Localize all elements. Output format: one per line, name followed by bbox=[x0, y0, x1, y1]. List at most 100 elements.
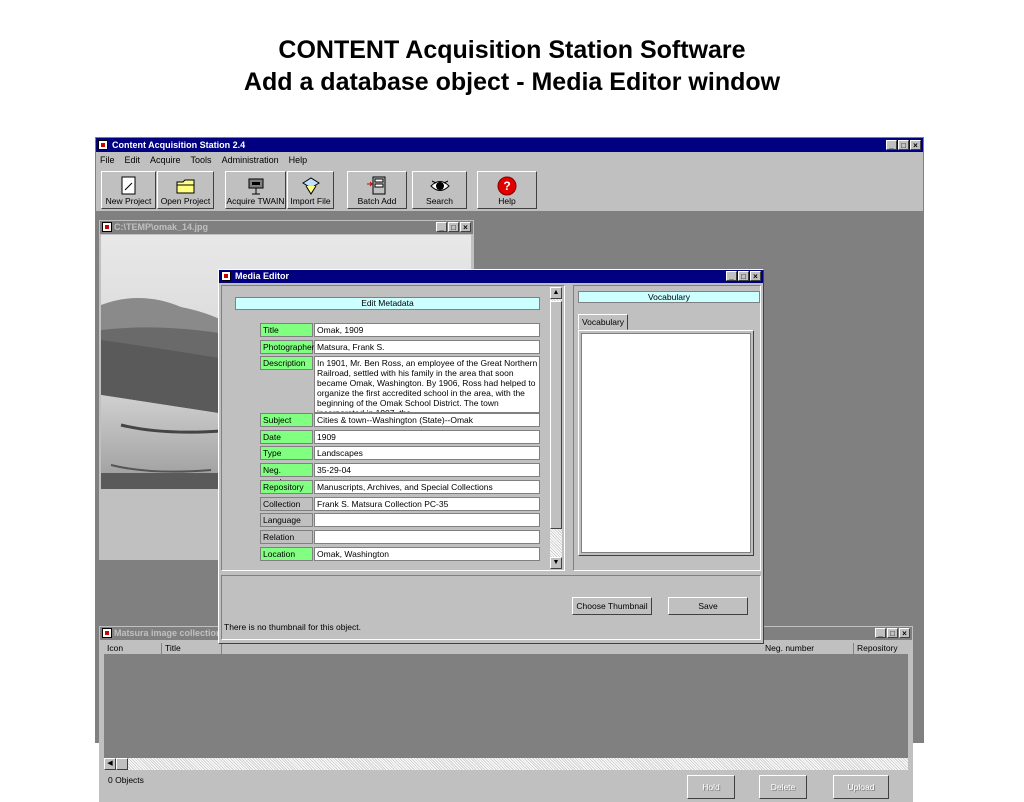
menu-tools[interactable]: Tools bbox=[191, 152, 212, 168]
slide-title: CONTENT Acquisition Station Software Add… bbox=[0, 34, 1024, 98]
delete-button[interactable]: Delete bbox=[759, 775, 807, 799]
field-label-subject: Subject bbox=[260, 413, 313, 427]
app-title: Content Acquisition Station 2.4 bbox=[112, 140, 246, 150]
close-icon[interactable]: × bbox=[460, 222, 471, 232]
location-field[interactable]: Omak, Washington bbox=[314, 547, 540, 561]
field-label-repository: Repository bbox=[260, 480, 313, 494]
scroll-thumb[interactable] bbox=[116, 758, 128, 770]
camera-icon bbox=[248, 178, 263, 195]
svg-text:?: ? bbox=[503, 179, 510, 193]
scroll-down-icon[interactable]: ▼ bbox=[550, 557, 562, 569]
column-icon[interactable]: Icon bbox=[104, 643, 162, 654]
field-label-description: Description bbox=[260, 356, 313, 370]
metadata-scrollbar[interactable]: ▲ ▼ bbox=[550, 287, 562, 569]
field-label-language: Language bbox=[260, 513, 313, 527]
menu-administration[interactable]: Administration bbox=[222, 152, 279, 168]
window-icon bbox=[221, 271, 231, 281]
search-label: Search bbox=[426, 196, 453, 206]
maximize-icon[interactable]: □ bbox=[898, 140, 909, 150]
batch-add-icon bbox=[367, 176, 386, 195]
object-list[interactable] bbox=[104, 654, 908, 758]
maximize-icon[interactable]: □ bbox=[448, 222, 459, 232]
import-file-label: Import File bbox=[290, 196, 331, 206]
close-icon[interactable]: × bbox=[910, 140, 921, 150]
field-label-title: Title bbox=[260, 323, 313, 337]
photographer-field[interactable]: Matsura, Frank S. bbox=[314, 340, 540, 354]
edit-metadata-header: Edit Metadata bbox=[235, 297, 540, 310]
menu-bar: File Edit Acquire Tools Administration H… bbox=[96, 152, 923, 168]
app-window: Content Acquisition Station 2.4 _ □ × Fi… bbox=[95, 137, 924, 802]
tab-vocabulary[interactable]: Vocabulary bbox=[578, 314, 628, 330]
column-repository[interactable]: Repository bbox=[854, 643, 910, 654]
maximize-icon[interactable]: □ bbox=[887, 628, 898, 638]
object-count: 0 Objects bbox=[108, 775, 144, 785]
app-titlebar: Content Acquisition Station 2.4 _ □ × bbox=[96, 138, 923, 152]
field-label-collection: Collection bbox=[260, 497, 313, 511]
field-label-date: Date bbox=[260, 430, 313, 444]
image-window-titlebar: C:\TEMP\omak_14.jpg _ □ × bbox=[100, 221, 473, 234]
scroll-left-icon[interactable]: ◀ bbox=[104, 758, 116, 770]
field-label-neg-number: Neg. number bbox=[260, 463, 313, 487]
collection-window-title: Matsura image collection bbox=[114, 628, 222, 638]
neg-number-field[interactable]: 35-29-04 bbox=[314, 463, 540, 477]
field-label-type: Type bbox=[260, 446, 313, 460]
batch-add-button[interactable]: Batch Add bbox=[347, 171, 407, 209]
acquire-twain-label: Acquire TWAIN bbox=[226, 196, 285, 206]
help-button[interactable]: ? Help bbox=[477, 171, 537, 209]
search-button[interactable]: Search bbox=[412, 171, 467, 209]
repository-field[interactable]: Manuscripts, Archives, and Special Colle… bbox=[314, 480, 540, 494]
menu-acquire[interactable]: Acquire bbox=[150, 152, 181, 168]
maximize-icon[interactable]: □ bbox=[738, 271, 749, 281]
relation-field[interactable] bbox=[314, 530, 540, 544]
list-header: Icon Title Neg. number Repository bbox=[104, 643, 908, 654]
help-icon: ? bbox=[497, 176, 517, 196]
menu-edit[interactable]: Edit bbox=[125, 152, 141, 168]
subject-field[interactable]: Cities & town--Washington (State)--Omak bbox=[314, 413, 540, 427]
field-label-relation: Relation bbox=[260, 530, 313, 544]
open-project-label: Open Project bbox=[160, 196, 211, 206]
save-button[interactable]: Save bbox=[668, 597, 748, 615]
thumbnail-message: There is no thumbnail for this object. bbox=[224, 622, 362, 632]
scroll-thumb[interactable] bbox=[550, 301, 562, 529]
description-field[interactable]: In 1901, Mr. Ben Ross, an employee of th… bbox=[314, 356, 540, 413]
field-label-photographer: Photographer bbox=[260, 340, 315, 354]
slide-title-line2: Add a database object - Media Editor win… bbox=[243, 68, 781, 96]
slide-title-line1: CONTENT Acquisition Station Software bbox=[278, 36, 746, 64]
language-field[interactable] bbox=[314, 513, 540, 527]
collection-field[interactable]: Frank S. Matsura Collection PC-35 bbox=[314, 497, 540, 511]
mdi-workspace: C:\TEMP\omak_14.jpg _ □ × Matsura image … bbox=[96, 212, 923, 802]
import-icon bbox=[301, 177, 320, 195]
menu-help[interactable]: Help bbox=[289, 152, 308, 168]
window-icon bbox=[102, 628, 112, 638]
upload-button[interactable]: Upload bbox=[833, 775, 889, 799]
minimize-icon[interactable]: _ bbox=[726, 271, 737, 281]
acquire-twain-button[interactable]: Acquire TWAIN bbox=[225, 171, 286, 209]
type-field[interactable]: Landscapes bbox=[314, 446, 540, 460]
help-label: Help bbox=[498, 196, 516, 206]
image-window-controls: _ □ × bbox=[436, 222, 471, 232]
toolbar: New Project Open Project Acquire TWAIN I… bbox=[96, 169, 923, 212]
minimize-icon[interactable]: _ bbox=[875, 628, 886, 638]
app-icon bbox=[98, 140, 108, 150]
column-neg-number[interactable]: Neg. number bbox=[762, 643, 854, 654]
scroll-up-icon[interactable]: ▲ bbox=[550, 287, 562, 299]
collection-window: Matsura image collection _ □ × Icon Titl… bbox=[99, 626, 913, 802]
close-icon[interactable]: × bbox=[899, 628, 910, 638]
vocabulary-tab-content bbox=[578, 330, 754, 556]
vocabulary-list[interactable] bbox=[581, 333, 751, 553]
column-title[interactable]: Title bbox=[162, 643, 222, 654]
image-window-title: C:\TEMP\omak_14.jpg bbox=[114, 222, 209, 232]
import-file-button[interactable]: Import File bbox=[287, 171, 334, 209]
horizontal-scrollbar[interactable]: ◀ bbox=[104, 758, 908, 770]
minimize-icon[interactable]: _ bbox=[886, 140, 897, 150]
title-field[interactable]: Omak, 1909 bbox=[314, 323, 540, 337]
close-icon[interactable]: × bbox=[750, 271, 761, 281]
open-project-button[interactable]: Open Project bbox=[157, 171, 214, 209]
hold-button[interactable]: Hold bbox=[687, 775, 735, 799]
media-editor-titlebar: Media Editor _ □ × bbox=[219, 270, 763, 283]
menu-file[interactable]: File bbox=[100, 152, 115, 168]
minimize-icon[interactable]: _ bbox=[436, 222, 447, 232]
new-project-button[interactable]: New Project bbox=[101, 171, 156, 209]
date-field[interactable]: 1909 bbox=[314, 430, 540, 444]
choose-thumbnail-button[interactable]: Choose Thumbnail bbox=[572, 597, 652, 615]
